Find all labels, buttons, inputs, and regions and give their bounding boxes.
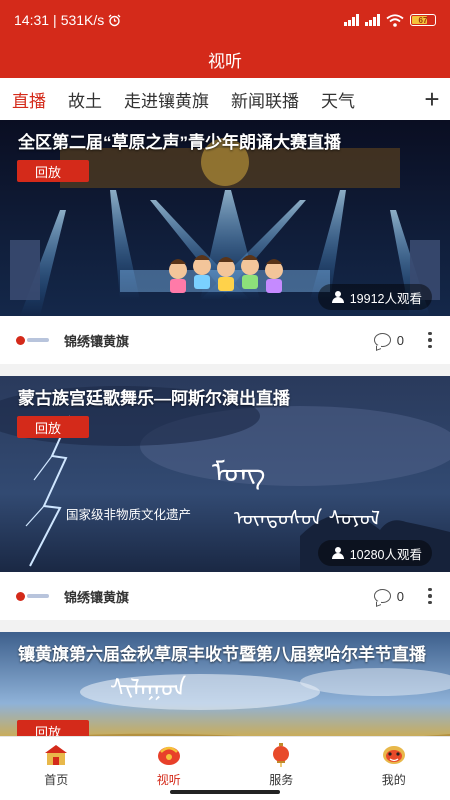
- nav-home[interactable]: 首页: [0, 737, 113, 800]
- status-speed: 531K/s: [60, 12, 105, 28]
- comment-icon: [373, 589, 391, 603]
- viewer-count: 10280人观看: [317, 540, 432, 566]
- card-meta: 锦绣镶黄旗 0: [0, 316, 450, 364]
- tab-fade: [384, 78, 414, 120]
- more-options-icon[interactable]: [426, 587, 434, 605]
- wifi-icon: [386, 13, 404, 27]
- home-indicator[interactable]: [170, 790, 280, 794]
- tab-weather[interactable]: 天气: [321, 87, 355, 112]
- status-time: 14:31: [14, 12, 50, 28]
- source-logo-icon: [16, 589, 52, 603]
- tab-live[interactable]: 直播: [12, 87, 46, 112]
- card-separator: [0, 620, 450, 632]
- lantern-icon: [273, 743, 290, 767]
- comment-button[interactable]: 0: [373, 588, 404, 604]
- card-title: 蒙古族宫廷歌舞乐—阿斯尔演出直播: [18, 389, 290, 408]
- signal-icon: [344, 14, 359, 26]
- nav-profile[interactable]: 我的: [338, 737, 450, 800]
- mongolian-script: ᠮᠣᠩ: [212, 456, 266, 489]
- live-card-2[interactable]: 蒙古族宫廷歌舞乐—阿斯尔演出直播 回放 ᠮᠣᠩ 国家级非物质文化遗产 ᠦᠨᠳᠦᠰ…: [0, 376, 450, 572]
- comment-icon: [373, 333, 391, 347]
- mongolian-script-2: ᠦᠨᠳᠦᠰᠦᠨ ᠰᠣᠶᠣᠯ: [234, 506, 380, 530]
- heritage-label: 国家级非物质文化遗产: [66, 508, 192, 522]
- add-tab-button[interactable]: +: [414, 78, 450, 120]
- replay-button[interactable]: 回放: [17, 416, 89, 438]
- comment-count: 0: [396, 588, 404, 604]
- page-title: 视听: [0, 40, 450, 78]
- lion-icon: [382, 746, 405, 764]
- channel-tabs: 直播 故土 走进镶黄旗 新闻联播 天气 +: [0, 78, 450, 120]
- live-card-3[interactable]: 镶黄旗第六届金秋草原丰收节暨第八届察哈尔羊节直播 ᠰᠢᠯᠠᠭᠤᠨ 回放: [0, 632, 450, 736]
- tab-news[interactable]: 新闻联播: [231, 87, 299, 112]
- source-name[interactable]: 锦绣镶黄旗: [64, 331, 129, 350]
- more-options-icon[interactable]: [426, 331, 434, 349]
- tab-hometown[interactable]: 故土: [68, 87, 102, 112]
- source-logo-icon: [16, 333, 52, 347]
- live-feed[interactable]: 全区第二届“草原之声”青少年朗诵大赛直播 回放 19912人观看 锦绣镶黄旗 0: [0, 120, 450, 736]
- status-divider: |: [53, 12, 57, 28]
- signal-icon-2: [365, 14, 380, 26]
- replay-button[interactable]: 回放: [17, 720, 89, 736]
- status-bar: 14:31 | 531K/s 67: [0, 0, 450, 40]
- comment-count: 0: [396, 332, 404, 348]
- live-card-1[interactable]: 全区第二届“草原之声”青少年朗诵大赛直播 回放 19912人观看: [0, 120, 450, 316]
- viewer-count: 19912人观看: [317, 284, 432, 310]
- card-title: 镶黄旗第六届金秋草原丰收节暨第八届察哈尔羊节直播: [18, 645, 426, 664]
- comment-button[interactable]: 0: [373, 332, 404, 348]
- tab-xianghuangqi[interactable]: 走进镶黄旗: [124, 87, 209, 112]
- user-icon: [331, 291, 344, 303]
- source-name[interactable]: 锦绣镶黄旗: [64, 587, 129, 606]
- battery-icon: 67: [410, 14, 436, 26]
- user-icon: [331, 547, 344, 559]
- alarm-icon: [108, 14, 121, 26]
- media-icon: [157, 746, 180, 765]
- home-icon: [45, 745, 68, 765]
- card-title: 全区第二届“草原之声”青少年朗诵大赛直播: [18, 133, 341, 152]
- card-meta: 锦绣镶黄旗 0: [0, 572, 450, 620]
- mongolian-script: ᠰᠢᠯᠠᠭᠤᠨ: [110, 674, 187, 702]
- card-separator: [0, 364, 450, 376]
- replay-button[interactable]: 回放: [17, 160, 89, 182]
